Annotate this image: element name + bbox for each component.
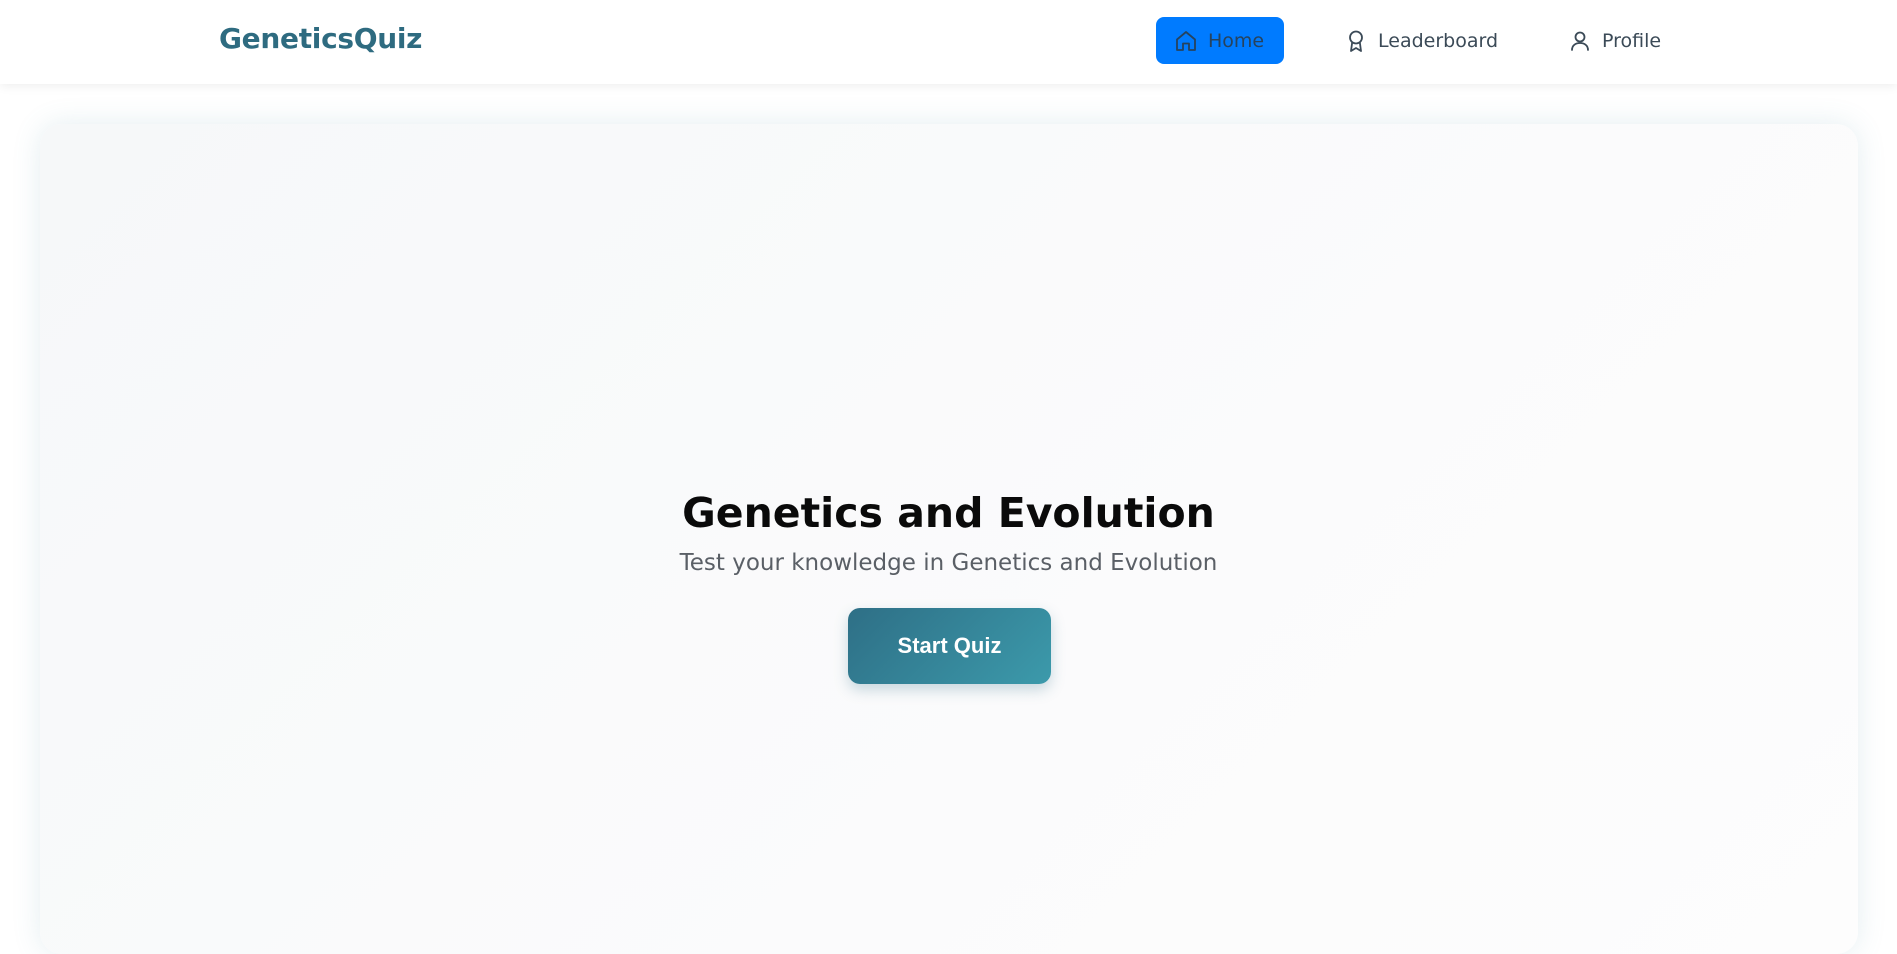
nav-item-leaderboard[interactable]: Leaderboard	[1344, 17, 1498, 64]
award-icon	[1344, 29, 1368, 53]
hero-subtitle: Test your knowledge in Genetics and Evol…	[679, 550, 1218, 576]
nav-item-label: Leaderboard	[1378, 29, 1499, 52]
brand-logo[interactable]: GeneticsQuiz	[219, 22, 422, 55]
nav-item-label: Home	[1208, 29, 1265, 52]
hero-title: Genetics and Evolution	[682, 489, 1215, 537]
user-icon	[1568, 29, 1592, 53]
hero-card	[40, 124, 1858, 954]
start-quiz-button[interactable]: Start Quiz	[848, 608, 1051, 684]
nav-item-profile[interactable]: Profile	[1568, 17, 1661, 64]
top-navbar: GeneticsQuiz Home Leaderboard Profile	[0, 0, 1897, 84]
home-icon	[1174, 29, 1198, 53]
nav-item-home[interactable]: Home	[1156, 17, 1284, 64]
nav-item-label: Profile	[1602, 29, 1662, 52]
